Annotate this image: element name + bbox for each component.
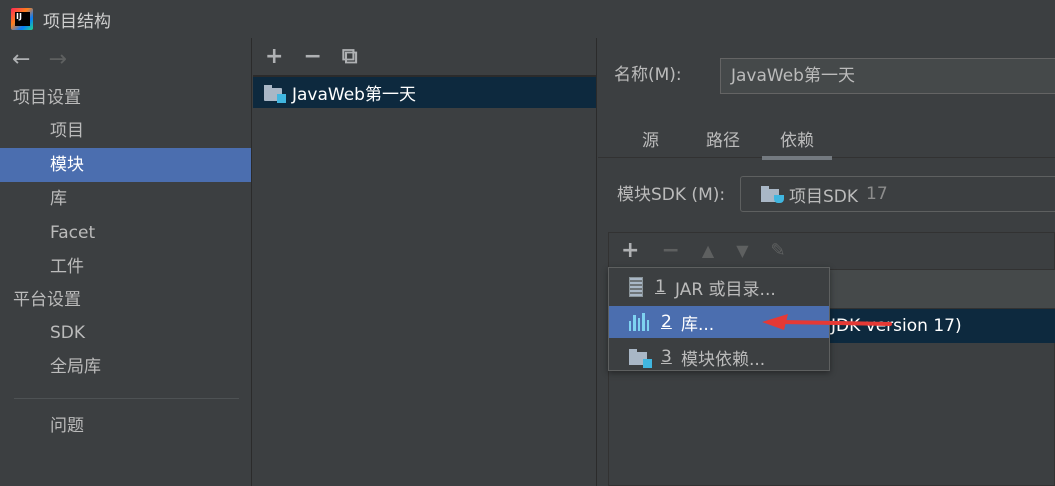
menu-item-jar[interactable]: 1 JAR 或目录... [609, 271, 829, 303]
title-bar: 项目结构 [0, 0, 1055, 38]
name-field[interactable]: JavaWeb第一天 [720, 58, 1055, 94]
sdk-folder-icon [761, 186, 784, 203]
dependencies-toolbar: + − ▲ ▼ ✎ [609, 233, 1054, 269]
intellij-logo-icon [11, 8, 33, 30]
sidebar-divider [14, 398, 239, 399]
menu-item-number: 3 [661, 347, 672, 367]
jar-icon [629, 277, 643, 297]
menu-item-module-dependency[interactable]: 3 模块依赖... [609, 341, 829, 373]
sidebar-item-artifacts[interactable]: 工件 [0, 250, 251, 284]
module-tabs: 源 路径 依赖 [598, 118, 1055, 160]
menu-item-label: 库... [681, 314, 715, 335]
tab-sources[interactable]: 源 [642, 126, 659, 151]
modules-toolbar: + − ⧉ [253, 38, 596, 76]
sdk-version: 17 [866, 184, 888, 204]
module-row[interactable]: JavaWeb第一天 [253, 76, 596, 108]
library-icon [629, 313, 650, 331]
edit-icon[interactable]: ✎ [771, 242, 786, 260]
modules-panel: + − ⧉ JavaWeb第一天 [253, 38, 597, 486]
back-arrow-icon[interactable]: ← [12, 49, 30, 71]
add-icon[interactable]: + [265, 45, 283, 68]
module-dependency-icon [629, 349, 652, 368]
tab-paths[interactable]: 路径 [706, 126, 740, 151]
sidebar-item-modules[interactable]: 模块 [0, 148, 251, 182]
settings-sidebar: ← → 项目设置 项目 模块 库 Facet 工件 平台设置 SDK 全局库 问… [0, 38, 252, 486]
module-folder-icon [264, 84, 286, 103]
menu-item-label: 模块依赖... [681, 349, 766, 370]
sidebar-item-sdk[interactable]: SDK [0, 316, 251, 350]
sidebar-item-facet[interactable]: Facet [0, 216, 251, 250]
menu-item-label: JAR 或目录... [675, 279, 776, 300]
move-down-icon[interactable]: ▼ [736, 243, 748, 259]
menu-item-number: 1 [655, 277, 666, 297]
name-label: 名称(M): [614, 65, 682, 85]
move-up-icon[interactable]: ▲ [702, 243, 714, 259]
section-platform-settings: 平台设置 [13, 290, 81, 310]
window-title: 项目结构 [43, 11, 111, 32]
forward-arrow-icon[interactable]: → [48, 49, 66, 71]
sidebar-item-global-libraries[interactable]: 全局库 [0, 350, 251, 384]
sdk-label: 模块SDK (M): [617, 185, 726, 205]
sdk-value: 项目SDK [789, 186, 859, 207]
sidebar-item-project[interactable]: 项目 [0, 114, 251, 148]
sdk-dropdown[interactable]: 项目SDK 17 [740, 176, 1055, 212]
module-details-panel: 名称(M): JavaWeb第一天 源 路径 依赖 模块SDK (M): 项目S… [598, 38, 1055, 486]
copy-icon[interactable]: ⧉ [342, 45, 358, 68]
remove-dependency-icon[interactable]: − [661, 240, 679, 262]
sidebar-item-problems[interactable]: 问题 [0, 409, 251, 443]
sdk-row: 模块SDK (M): 项目SDK 17 [617, 176, 1055, 212]
add-dependency-icon[interactable]: + [621, 240, 639, 262]
module-label: JavaWeb第一天 [292, 85, 416, 105]
annotation-arrow-icon [762, 314, 892, 330]
sidebar-item-libraries[interactable]: 库 [0, 182, 251, 216]
section-project-settings: 项目设置 [13, 88, 81, 108]
remove-icon[interactable]: − [303, 45, 321, 68]
menu-item-number: 2 [661, 312, 672, 332]
tab-dependencies[interactable]: 依赖 [762, 126, 832, 160]
name-row: 名称(M): JavaWeb第一天 [614, 58, 1055, 94]
nav-arrows: ← → [0, 38, 251, 82]
